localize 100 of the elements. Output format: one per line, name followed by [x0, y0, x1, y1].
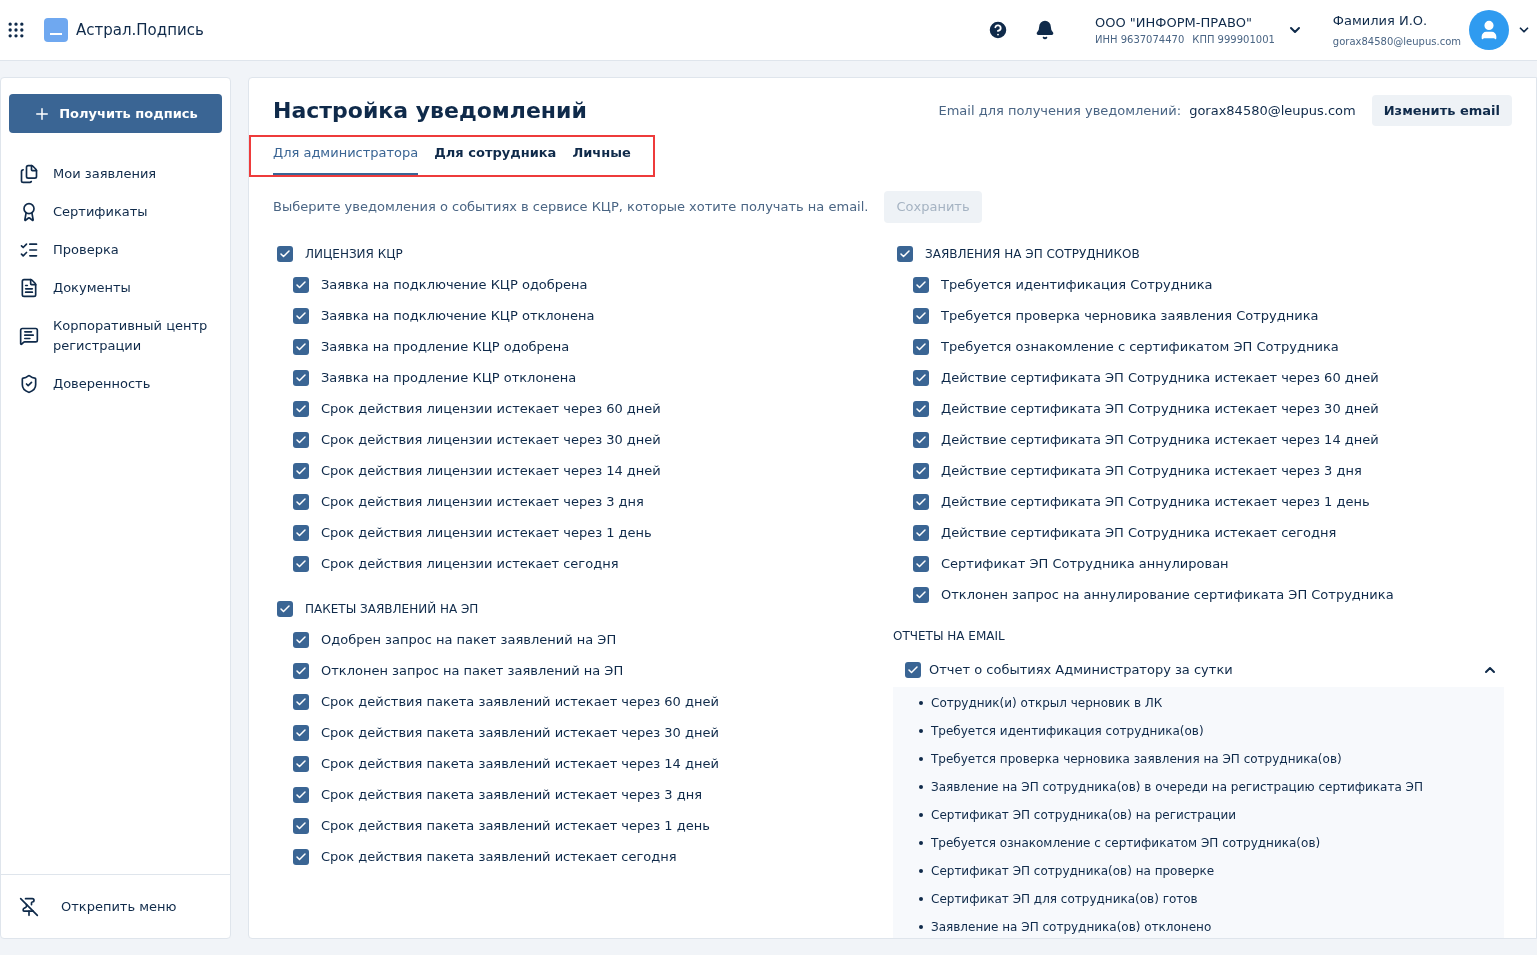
checkbox[interactable]: [293, 308, 309, 324]
notification-label: Действие сертификата ЭП Сотрудника истекает через 1 день: [941, 493, 1370, 512]
group-title: ЗАЯВЛЕНИЯ НА ЭП СОТРУДНИКОВ: [925, 246, 1140, 263]
organization-kpp: КПП 999901001: [1192, 33, 1275, 48]
notification-label: Срок действия пакета заявлений истекает через 1 день: [321, 817, 710, 836]
checkbox[interactable]: [897, 246, 913, 262]
notification-label: Заявка на продление КЦР отклонена: [321, 369, 577, 388]
check-icon: [295, 634, 307, 646]
check-icon: [915, 279, 927, 291]
checkbox[interactable]: [905, 661, 921, 678]
checkbox[interactable]: [913, 339, 929, 355]
checkbox[interactable]: [293, 694, 309, 710]
checkbox[interactable]: [913, 432, 929, 448]
check-icon: [295, 696, 307, 708]
report-label: Отчет о событиях Администратору за сутки: [929, 660, 1234, 679]
checkbox[interactable]: [293, 663, 309, 679]
notification-label: Срок действия лицензии истекает через 60 дней: [321, 400, 661, 419]
checkbox[interactable]: [293, 725, 309, 741]
checkbox[interactable]: [293, 494, 309, 510]
check-icon: [295, 496, 307, 508]
checkbox[interactable]: [913, 494, 929, 510]
user-name: Фамилия И.О.: [1332, 11, 1429, 30]
unpin-menu-button[interactable]: Открепить меню: [1, 874, 230, 938]
shield-icon: [19, 374, 39, 394]
check-icon: [915, 558, 927, 570]
tab[interactable]: Личные: [572, 137, 631, 175]
check-icon: [279, 603, 291, 615]
checkbox[interactable]: [293, 849, 309, 865]
apps-grid-icon[interactable]: [6, 20, 26, 40]
check-icon: [915, 465, 927, 477]
checkbox[interactable]: [293, 556, 309, 572]
change-email-button[interactable]: Изменить email: [1371, 95, 1512, 126]
sidebar-item[interactable]: Документы: [1, 269, 230, 307]
check-icon: [295, 727, 307, 739]
help-icon[interactable]: [986, 19, 1009, 41]
checkbox[interactable]: [293, 525, 309, 541]
check-icon: [915, 496, 927, 508]
checkbox[interactable]: [293, 339, 309, 355]
notification-label: Требуется идентификация Сотрудника: [941, 276, 1213, 295]
notification-label: Действие сертификата ЭП Сотрудника истекает через 30 дней: [941, 400, 1379, 419]
checkbox[interactable]: [293, 632, 309, 648]
checkbox[interactable]: [277, 246, 293, 262]
notification-label: Срок действия лицензии истекает сегодня: [321, 555, 619, 574]
report-item-text: Требуется ознакомление с сертификатом ЭП сотрудника(ов): [931, 834, 1321, 852]
sidebar-item[interactable]: Сертификаты: [1, 193, 230, 231]
check-icon: [295, 665, 307, 677]
sidebar-item[interactable]: Корпоративный центр регистрации: [1, 307, 230, 365]
notification-label: Действие сертификата ЭП Сотрудника истекает через 3 дня: [941, 462, 1362, 481]
checkbox[interactable]: [913, 370, 929, 386]
checkbox[interactable]: [277, 601, 293, 617]
check-icon: [295, 403, 307, 415]
notification-label: Срок действия пакета заявлений истекает через 14 дней: [321, 755, 719, 774]
page-title: Настройка уведомлений: [273, 97, 587, 125]
checkbox[interactable]: [913, 556, 929, 572]
bell-icon[interactable]: [1034, 20, 1055, 40]
check-icon: [295, 789, 307, 801]
checkbox[interactable]: [293, 432, 309, 448]
notification-label: Срок действия лицензии истекает через 30 дней: [321, 431, 661, 450]
checkbox[interactable]: [293, 818, 309, 834]
sidebar-item[interactable]: Проверка: [1, 231, 230, 269]
notification-label: Заявка на продление КЦР одобрена: [321, 338, 570, 357]
checkbox[interactable]: [913, 525, 929, 541]
check-icon: [295, 341, 307, 353]
app-name: Астрал.Подпись: [76, 19, 204, 41]
tab[interactable]: Для администратора: [273, 137, 419, 175]
checkbox[interactable]: [913, 277, 929, 293]
check-icon: [295, 372, 307, 384]
get-signature-button[interactable]: Получить подпись: [9, 94, 222, 133]
organization-inn: ИНН 9637074470: [1094, 33, 1185, 48]
description: Выберите уведомления о событиях в сервисе КЦР, которые хотите получать на email.: [273, 197, 869, 216]
organization-name: ООО "ИНФОРМ-ПРАВО": [1094, 13, 1254, 32]
check-icon: [279, 248, 291, 260]
check-icon: [295, 310, 307, 322]
email-value: gorax84580@leupus.com: [1189, 101, 1356, 120]
check-icon: [915, 527, 927, 539]
checkbox[interactable]: [293, 787, 309, 803]
check-icon: [915, 403, 927, 415]
checkbox[interactable]: [293, 370, 309, 386]
checkbox[interactable]: [293, 463, 309, 479]
bullet-icon: [919, 700, 923, 705]
checkbox[interactable]: [913, 587, 929, 603]
tab[interactable]: Для сотрудника: [434, 137, 557, 175]
checkbox[interactable]: [293, 756, 309, 772]
avatar[interactable]: [1469, 10, 1509, 50]
sidebar-item[interactable]: Доверенность: [1, 365, 230, 403]
checkbox[interactable]: [913, 401, 929, 417]
notification-label: Срок действия лицензии истекает через 1 день: [321, 524, 652, 543]
notification-label: Срок действия лицензии истекает через 3 дня: [321, 493, 644, 512]
notification-label: Требуется ознакомление с сертификатом ЭП Сотрудника: [941, 338, 1339, 357]
checkbox[interactable]: [913, 463, 929, 479]
notification-label: Заявка на подключение КЦР отклонена: [321, 307, 595, 326]
checkbox[interactable]: [293, 277, 309, 293]
sidebar-item[interactable]: Мои заявления: [1, 155, 230, 193]
notification-label: Действие сертификата ЭП Сотрудника истекает через 60 дней: [941, 369, 1379, 388]
checkbox[interactable]: [913, 308, 929, 324]
group-title: ПАКЕТЫ ЗАЯВЛЕНИЙ НА ЭП: [305, 600, 479, 618]
notification-label: Срок действия пакета заявлений истекает через 30 дней: [321, 724, 719, 743]
check-icon: [295, 465, 307, 477]
checkbox[interactable]: [293, 401, 309, 417]
check-icon: [295, 758, 307, 770]
